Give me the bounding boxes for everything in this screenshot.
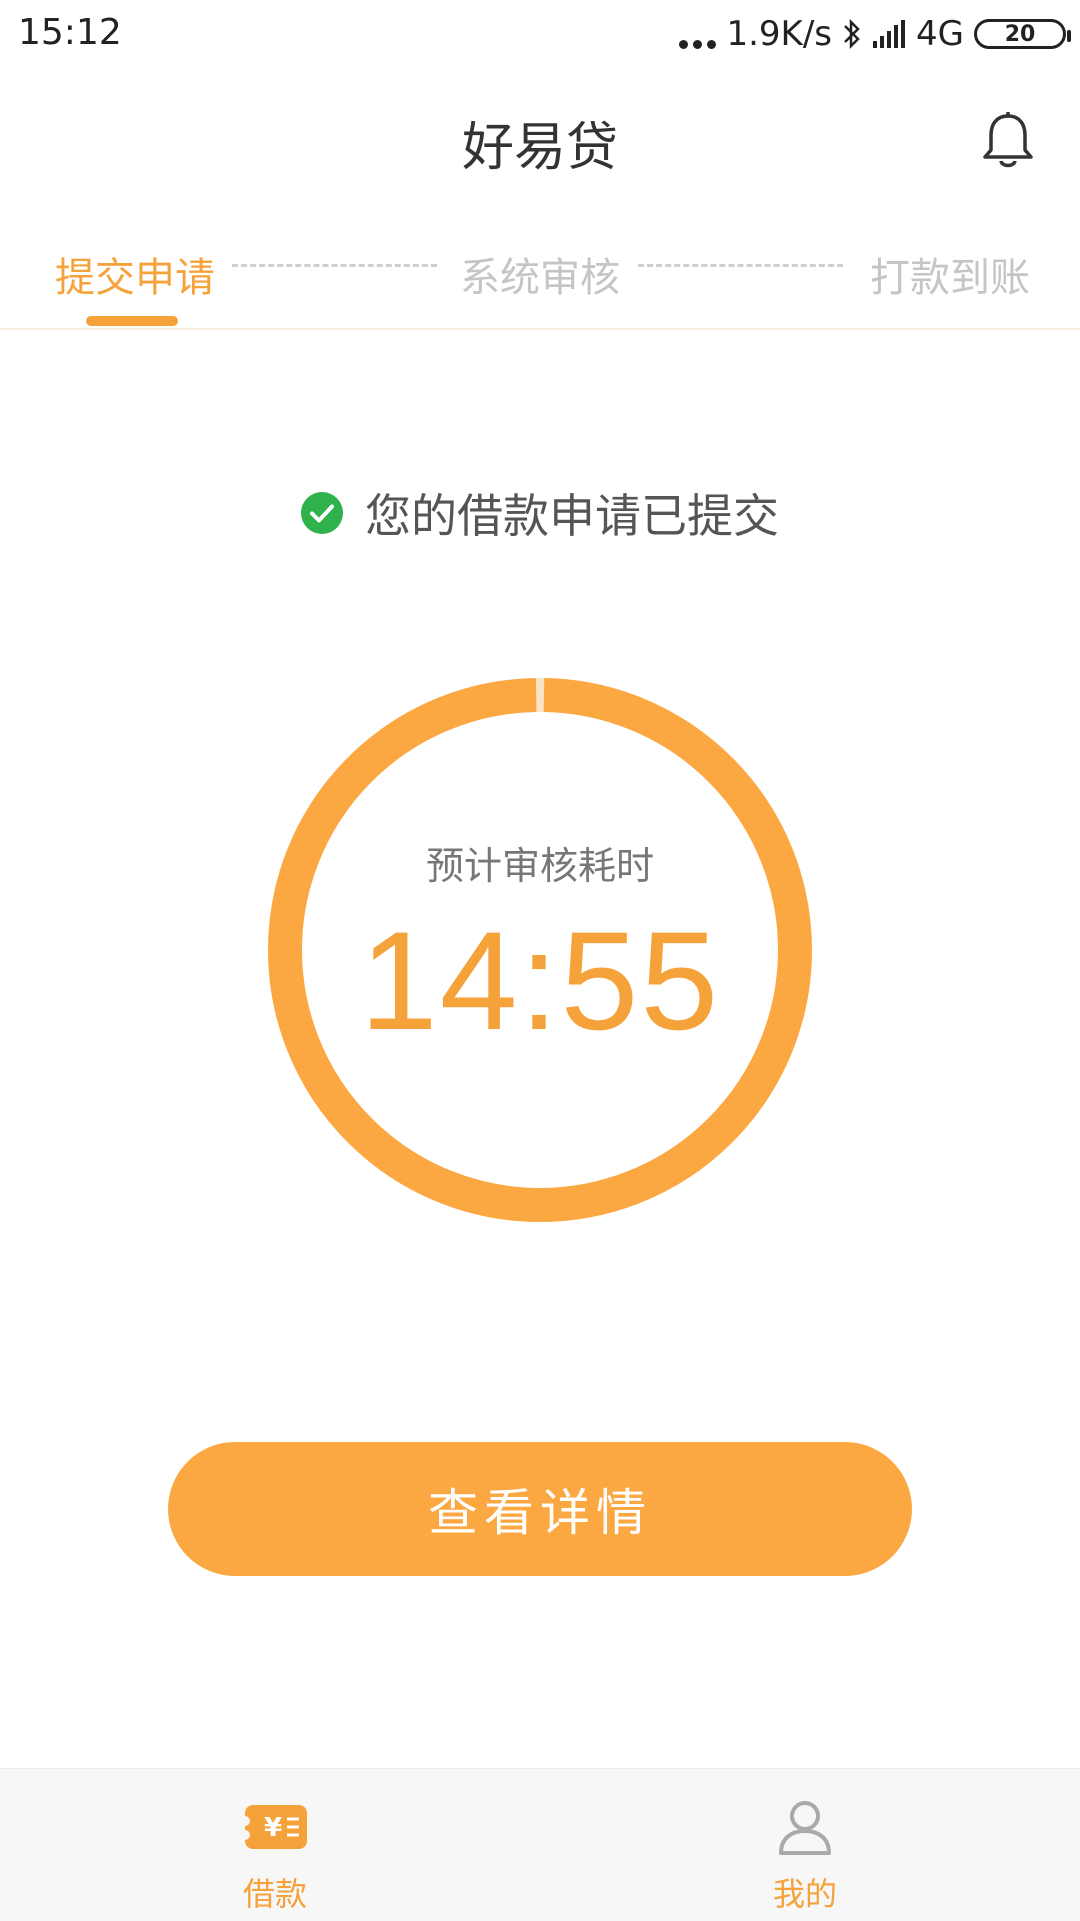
loan-icon: ¥ — [241, 1805, 307, 1849]
battery-icon: 20 — [974, 19, 1071, 49]
signal-icon — [873, 20, 906, 48]
bottom-nav: ¥ 借款 我的 — [0, 1768, 1080, 1921]
step-payout: 打款到账 — [870, 255, 1030, 301]
submitted-text: 您的借款申请已提交 — [365, 489, 779, 543]
active-step-indicator — [86, 316, 178, 326]
eta-countdown: 14:55 — [359, 902, 721, 1059]
nav-label-loan: 借款 — [242, 1875, 307, 1913]
net-speed: 1.9K/s — [726, 14, 833, 54]
eta-label: 预计审核耗时 — [425, 844, 654, 888]
nav-item-mine[interactable]: 我的 — [535, 1769, 1075, 1921]
step-submit: 提交申请 — [55, 255, 215, 301]
page-title: 好易贷 — [461, 118, 618, 178]
more-dots-icon — [679, 19, 717, 49]
view-details-button[interactable]: 查看详情 — [168, 1442, 912, 1576]
nav-label-mine: 我的 — [772, 1875, 837, 1913]
svg-text:¥: ¥ — [264, 1813, 282, 1843]
header-divider — [0, 328, 1080, 330]
status-indicators: 1.9K/s 4G 20 — [679, 14, 1071, 54]
battery-level: 20 — [1004, 21, 1036, 47]
network-type: 4G — [916, 14, 964, 54]
step-connector — [232, 264, 437, 267]
status-time: 15:12 — [18, 12, 122, 53]
nav-item-loan[interactable]: ¥ 借款 — [5, 1769, 545, 1921]
step-review: 系统审核 — [460, 255, 620, 301]
person-icon — [779, 1801, 831, 1855]
check-circle-icon — [301, 492, 343, 534]
step-connector — [638, 264, 843, 267]
bell-icon[interactable] — [980, 110, 1036, 170]
bluetooth-icon — [844, 18, 860, 50]
submitted-notice: 您的借款申请已提交 — [0, 480, 1080, 546]
